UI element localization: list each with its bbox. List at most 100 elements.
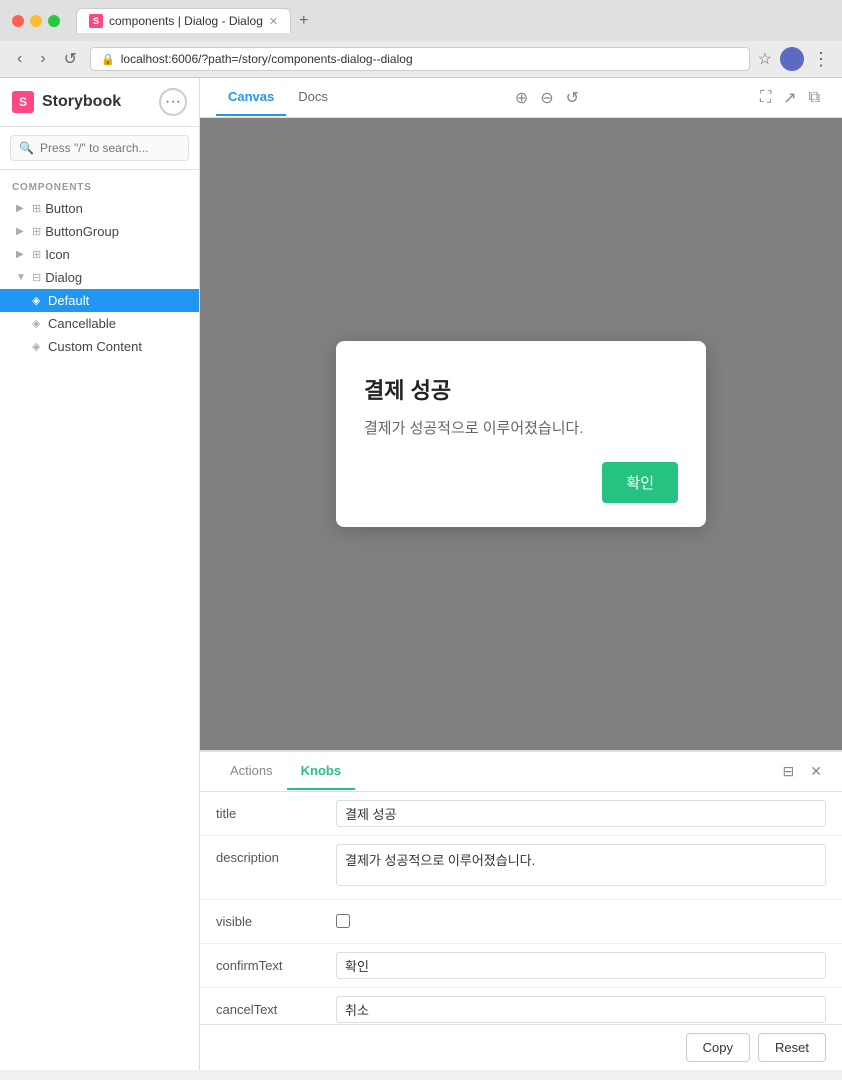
- search-input[interactable]: [40, 141, 195, 155]
- sidebar-item-cancellable-label: Cancellable: [48, 316, 116, 331]
- preview-canvas: 결제 성공 결제가 성공적으로 이루어졌습니다. 확인: [200, 118, 842, 750]
- copy-link-button[interactable]: ⧉: [803, 85, 826, 111]
- knob-row-canceltext: cancelText: [200, 988, 842, 1024]
- sidebar-item-icon-label: Icon: [45, 247, 70, 262]
- knob-value-visible: [336, 908, 826, 933]
- titlebar: S components | Dialog - Dialog ✕ +: [0, 0, 842, 41]
- knob-label-title: title: [216, 800, 336, 821]
- sidebar-header: S Storybook ···: [0, 78, 199, 127]
- profile-button[interactable]: [780, 47, 804, 71]
- copy-button[interactable]: Copy: [686, 1033, 750, 1062]
- folder-icon: ⊟: [32, 271, 41, 284]
- sidebar-more-button[interactable]: ···: [159, 88, 187, 116]
- chevron-right-icon: ▶: [16, 203, 28, 214]
- storybook-logo: S: [12, 91, 34, 113]
- knob-input-description[interactable]: 결제가 성공적으로 이루어졌습니다.: [336, 844, 826, 886]
- knob-row-title: title: [200, 792, 842, 836]
- browser-tabs: S components | Dialog - Dialog ✕ +: [76, 8, 830, 33]
- forward-button[interactable]: ›: [35, 48, 50, 70]
- bottom-action-bar: Copy Reset: [200, 1024, 842, 1070]
- knobs-table: title description 결제가 성공적으로 이루어졌습니다. vis…: [200, 792, 842, 1024]
- sidebar-search-area: 🔍: [0, 127, 199, 170]
- knob-row-confirmtext: confirmText: [200, 944, 842, 988]
- folder-icon: ⊞: [32, 202, 41, 215]
- story-icon: ◈: [32, 294, 44, 307]
- story-icon: ◈: [32, 340, 44, 353]
- sidebar-item-icon[interactable]: ▶ ⊞ Icon: [0, 243, 199, 266]
- tab-close-icon[interactable]: ✕: [269, 15, 278, 28]
- sidebar-item-custom-content-label: Custom Content: [48, 339, 142, 354]
- bottom-tabs: Actions Knobs ⊟ ✕: [200, 752, 842, 792]
- knob-label-canceltext: cancelText: [216, 996, 336, 1017]
- bottom-panel: Actions Knobs ⊟ ✕ title descri: [200, 750, 842, 1070]
- confirm-button[interactable]: 확인: [602, 462, 678, 503]
- tab-actions[interactable]: Actions: [216, 753, 287, 790]
- tab-knobs[interactable]: Knobs: [287, 753, 355, 790]
- knob-label-confirmtext: confirmText: [216, 952, 336, 973]
- bottom-panel-icons: ⊟ ✕: [779, 759, 826, 784]
- lock-icon: 🔒: [101, 53, 115, 66]
- app-layout: S Storybook ··· 🔍 COMPONENTS ▶ ⊞ Button …: [0, 78, 842, 1070]
- story-icon: ◈: [32, 317, 44, 330]
- sidebar-item-custom-content[interactable]: ◈ Custom Content: [0, 335, 199, 358]
- dialog-title: 결제 성공: [364, 373, 678, 405]
- knob-input-confirmtext[interactable]: [336, 952, 826, 979]
- knob-value-description: 결제가 성공적으로 이루어졌습니다.: [336, 844, 826, 891]
- address-bar[interactable]: 🔒 localhost:6006/?path=/story/components…: [90, 47, 750, 71]
- bookmark-button[interactable]: ☆: [758, 49, 772, 69]
- sidebar-item-button[interactable]: ▶ ⊞ Button: [0, 197, 199, 220]
- tab-title: components | Dialog - Dialog: [109, 14, 263, 28]
- search-input-wrap[interactable]: 🔍: [10, 135, 189, 161]
- tab-favicon: S: [89, 14, 103, 28]
- knob-checkbox-visible[interactable]: [336, 914, 350, 928]
- zoom-in-button[interactable]: ⊕: [509, 84, 534, 112]
- url-text: localhost:6006/?path=/story/components-d…: [121, 52, 413, 66]
- address-bar-row: ‹ › ↺ 🔒 localhost:6006/?path=/story/comp…: [0, 41, 842, 77]
- content-area: Canvas Docs ⊕ ⊖ ↺ ⛶ ↗ ⧉ 결제 성공 결제가 성공적으로 …: [200, 78, 842, 1070]
- minimize-button[interactable]: [30, 15, 42, 27]
- new-tab-button[interactable]: +: [299, 12, 308, 30]
- knob-label-visible: visible: [216, 908, 336, 929]
- sidebar-item-default[interactable]: ◈ Default: [0, 289, 199, 312]
- storybook-title: Storybook: [42, 93, 151, 111]
- sidebar-item-dialog[interactable]: ▼ ⊟ Dialog: [0, 266, 199, 289]
- active-tab[interactable]: S components | Dialog - Dialog ✕: [76, 8, 291, 33]
- knob-input-title[interactable]: [336, 800, 826, 827]
- reset-button[interactable]: Reset: [758, 1033, 826, 1062]
- folder-icon: ⊞: [32, 225, 41, 238]
- chevron-right-icon: ▶: [16, 249, 28, 260]
- dialog-actions: 확인: [364, 462, 678, 503]
- sidebar-item-button-label: Button: [45, 201, 83, 216]
- canvas-toolbar: Canvas Docs ⊕ ⊖ ↺ ⛶ ↗ ⧉: [200, 78, 842, 118]
- back-button[interactable]: ‹: [12, 48, 27, 70]
- maximize-button[interactable]: [48, 15, 60, 27]
- tab-docs[interactable]: Docs: [286, 79, 340, 116]
- sidebar-item-dialog-label: Dialog: [45, 270, 82, 285]
- dialog-description: 결제가 성공적으로 이루어졌습니다.: [364, 417, 678, 438]
- traffic-lights: [12, 15, 60, 27]
- knob-row-description: description 결제가 성공적으로 이루어졌습니다.: [200, 836, 842, 900]
- components-section-label: COMPONENTS: [0, 178, 199, 197]
- chevron-down-icon: ▼: [16, 272, 28, 283]
- sidebar-item-buttongroup-label: ButtonGroup: [45, 224, 119, 239]
- folder-icon: ⊞: [32, 248, 41, 261]
- sidebar-item-default-label: Default: [48, 293, 89, 308]
- zoom-out-button[interactable]: ⊖: [534, 84, 559, 112]
- reset-zoom-button[interactable]: ↺: [560, 84, 585, 112]
- resize-panel-button[interactable]: ⊟: [779, 759, 799, 784]
- sidebar-item-cancellable[interactable]: ◈ Cancellable: [0, 312, 199, 335]
- browser-menu-button[interactable]: ⋮: [812, 49, 830, 70]
- sidebar-tree: COMPONENTS ▶ ⊞ Button ▶ ⊞ ButtonGroup ▶ …: [0, 170, 199, 1070]
- fullscreen-button[interactable]: ⛶: [754, 85, 777, 111]
- knob-input-canceltext[interactable]: [336, 996, 826, 1023]
- knob-value-canceltext: [336, 996, 826, 1023]
- tab-canvas[interactable]: Canvas: [216, 79, 286, 116]
- knob-row-visible: visible: [200, 900, 842, 944]
- open-new-button[interactable]: ↗: [777, 84, 802, 112]
- close-button[interactable]: [12, 15, 24, 27]
- sidebar: S Storybook ··· 🔍 COMPONENTS ▶ ⊞ Button …: [0, 78, 200, 1070]
- close-panel-button[interactable]: ✕: [806, 759, 826, 784]
- sidebar-item-buttongroup[interactable]: ▶ ⊞ ButtonGroup: [0, 220, 199, 243]
- reload-button[interactable]: ↺: [59, 47, 82, 71]
- search-icon: 🔍: [19, 141, 34, 155]
